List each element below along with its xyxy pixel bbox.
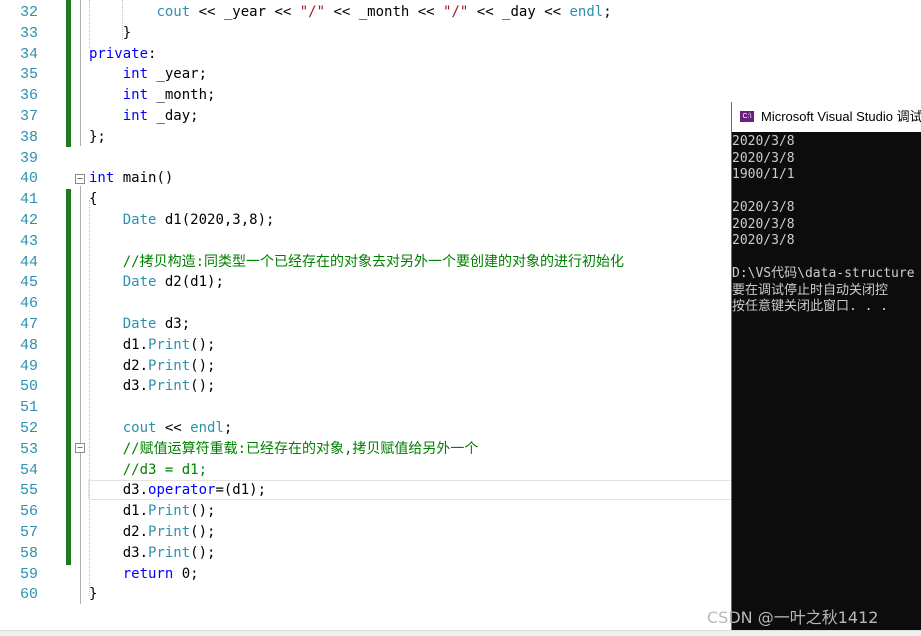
code-text: } [89,586,98,603]
line-number: 51 [19,399,38,417]
line-number: 45 [19,274,38,292]
code-text: cout << endl; [122,420,233,436]
code-text: d2.Print(); [89,524,216,540]
line-number: 39 [19,149,38,167]
line-number: 44 [19,253,38,271]
line-number: 59 [19,565,38,583]
line-number: 43 [19,232,38,250]
line-number: 40 [19,170,38,188]
line-number: 47 [19,316,38,333]
line-number: 53 [19,440,38,458]
code-text: } [89,24,132,41]
code-text: int _year; [122,66,208,83]
code-text: int _day; [122,108,199,124]
code-text: //赋值运算符重载:已经存在的对象,拷贝赋值给另外一个 [122,440,479,457]
line-number: 35 [19,66,38,84]
line-number: 33 [19,24,38,42]
line-number: 36 [19,87,38,105]
line-number: 60 [19,586,38,604]
line-number: 37 [19,108,38,125]
console-line: 2020/3/8 [732,200,795,215]
console-line: 要在调试停止时自动关闭控 [732,282,889,298]
code-text: d1.Print(); [89,336,216,353]
line-number: 49 [19,357,38,375]
console-line: 1900/1/1 [732,167,795,182]
code-text: d1.Print(); [89,503,216,520]
code-line[interactable]: 32 cout << _year << "/" << _month << "/"… [0,2,921,23]
horizontal-scrollbar[interactable] [0,630,921,636]
code-text: int _month; [122,87,216,104]
debug-console-window[interactable]: C:\ Microsoft Visual Studio 调试 2020/3/8 2… [731,102,921,635]
line-number: 54 [19,461,38,479]
console-line: 2020/3/8 [732,233,795,248]
line-number: 41 [19,191,38,209]
line-number: 46 [19,295,38,313]
console-app-icon: C:\ [740,111,754,122]
code-text: //拷贝构造:同类型一个已经存在的对象去对另外一个要创建的对象的进行初始化 [122,253,625,270]
code-text: //d3 = d1; [122,461,208,478]
console-title: Microsoft Visual Studio 调试 [761,109,921,124]
code-text: d3.Print(); [89,378,216,395]
code-text: Date d2(d1); [122,274,224,291]
code-line[interactable]: 34 private: [0,44,921,65]
code-text: Date d1(2020,3,8); [122,212,275,228]
console-title-bar[interactable]: C:\ Microsoft Visual Studio 调试 [732,102,921,132]
code-text: d3.Print(); [89,544,216,561]
line-number: 34 [19,45,38,63]
code-text: int main() [89,170,174,187]
line-number: 50 [19,378,38,396]
console-line: D:\VS代码\data-structure [732,266,915,281]
code-text: d2.Print(); [89,357,216,374]
code-line[interactable]: 33 } [0,23,921,44]
watermark: CSDN @一叶之秋1412 [707,608,879,627]
console-line: 2020/3/8 [732,150,795,166]
code-text: { [89,191,98,208]
code-text: private: [89,45,157,62]
line-number: 58 [19,544,38,562]
line-number: 38 [19,128,38,146]
code-text: d3.operator=(d1); [89,482,267,499]
line-number: 52 [19,420,38,437]
console-output: 2020/3/8 2020/3/8 1900/1/1 2020/3/8 2020/3/… [732,134,921,316]
code-text: }; [89,128,106,145]
code-text: cout << _year << "/" << _month << "/" <<… [156,4,612,20]
line-number: 56 [19,503,38,521]
code-text: return 0; [122,565,199,582]
line-number: 42 [19,212,38,229]
line-number: 55 [19,482,38,500]
line-number: 48 [19,336,38,354]
console-line: 按任意键关闭此窗口. . . [732,299,889,314]
code-line[interactable]: 35 int _year; [0,64,921,85]
console-line: 2020/3/8 [732,134,795,149]
line-number: 57 [19,524,38,541]
console-line: 2020/3/8 [732,216,795,232]
line-number: 32 [19,4,38,21]
code-text: Date d3; [122,316,191,332]
